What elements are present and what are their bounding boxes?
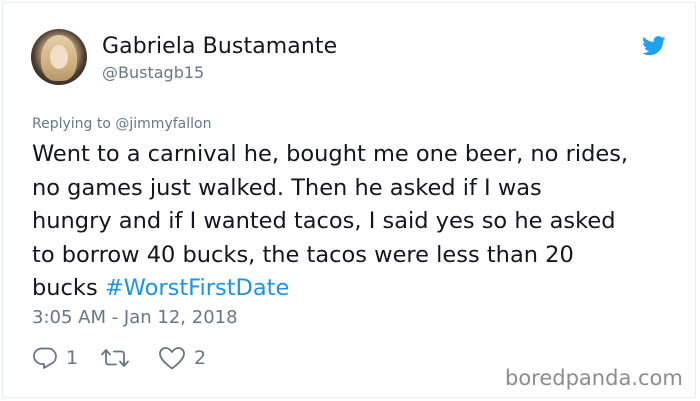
reply-prefix: Replying to bbox=[32, 116, 116, 132]
tweet-text-line: Went to a carnival he, bought me one bee… bbox=[32, 141, 629, 167]
author-handle[interactable]: @Bustagb15 bbox=[102, 63, 204, 82]
tweet-text-line: no games just walked. Then he asked if I… bbox=[32, 174, 542, 201]
avatar[interactable] bbox=[31, 29, 87, 85]
replying-to: Replying to @jimmyfallon bbox=[32, 116, 211, 132]
tweet-text-line: bucks #WorstFirstDate bbox=[32, 272, 682, 306]
reply-icon bbox=[33, 347, 57, 369]
tweet-text-last: bucks bbox=[32, 275, 105, 301]
reply-button[interactable]: 1 bbox=[32, 344, 78, 372]
reply-mention[interactable]: @jimmyfallon bbox=[115, 116, 211, 132]
hashtag-link[interactable]: #WorstFirstDate bbox=[105, 275, 289, 301]
retweet-icon bbox=[101, 349, 129, 367]
heart-icon bbox=[159, 347, 185, 370]
timestamp[interactable]: 3:05 AM - Jan 12, 2018 bbox=[32, 307, 238, 328]
tweet-text-line: hungry and if I wanted tacos, I said yes… bbox=[32, 208, 616, 234]
avatar-face bbox=[50, 45, 68, 69]
reply-count: 1 bbox=[66, 347, 79, 369]
tweet-text-line: to borrow 40 bucks, the tacos were less … bbox=[32, 241, 574, 268]
twitter-bird-icon[interactable] bbox=[642, 36, 666, 56]
tweet-text: Went to a carnival he, bought me one bee… bbox=[32, 138, 682, 306]
watermark: boredpanda.com bbox=[505, 366, 683, 390]
like-count: 2 bbox=[194, 347, 207, 369]
author-name[interactable]: Gabriela Bustamante bbox=[102, 34, 337, 59]
like-button[interactable]: 2 bbox=[158, 344, 206, 372]
retweet-button[interactable] bbox=[100, 344, 138, 372]
